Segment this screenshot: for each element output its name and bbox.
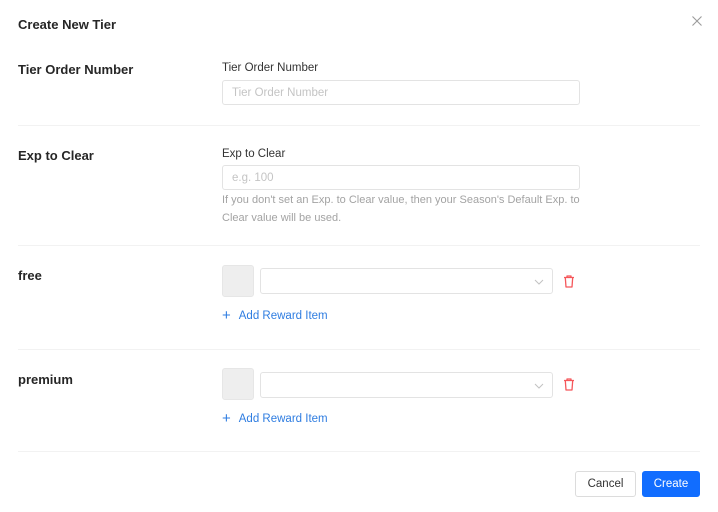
chevron-down-icon (534, 383, 544, 389)
trash-icon (564, 378, 574, 391)
free-reward-select[interactable] (260, 268, 553, 294)
trash-icon (564, 275, 574, 288)
tier-order-section-label: Tier Order Number (18, 62, 134, 77)
section-divider (18, 245, 700, 246)
section-divider (18, 125, 700, 126)
premium-section-label: premium (18, 372, 73, 387)
exp-to-clear-section-label: Exp to Clear (18, 148, 94, 163)
premium-delete-reward-button[interactable] (563, 378, 575, 391)
section-divider (18, 451, 700, 452)
tier-order-input[interactable] (222, 80, 580, 105)
free-reward-thumbnail[interactable] (222, 265, 254, 297)
free-delete-reward-button[interactable] (563, 275, 575, 288)
cancel-button[interactable]: Cancel (575, 471, 636, 497)
plus-icon: + (222, 410, 231, 427)
exp-to-clear-field-label: Exp to Clear (222, 148, 286, 160)
tier-order-field-label: Tier Order Number (222, 62, 319, 74)
exp-to-clear-input[interactable] (222, 165, 580, 190)
create-button[interactable]: Create (642, 471, 700, 497)
add-reward-item-label: Add Reward Item (238, 412, 328, 425)
plus-icon: + (222, 307, 231, 324)
free-section-label: free (18, 268, 42, 283)
close-icon (692, 16, 702, 26)
dialog-title: Create New Tier (18, 17, 117, 32)
premium-reward-select[interactable] (260, 372, 553, 398)
free-add-reward-item-link[interactable]: + Add Reward Item (222, 308, 328, 323)
premium-reward-thumbnail[interactable] (222, 368, 254, 400)
add-reward-item-label: Add Reward Item (238, 309, 328, 322)
section-divider (18, 349, 700, 350)
exp-to-clear-help-text: If you don't set an Exp. to Clear value,… (222, 194, 580, 224)
chevron-down-icon (534, 279, 544, 285)
close-button[interactable] (690, 14, 704, 28)
premium-add-reward-item-link[interactable]: + Add Reward Item (222, 411, 328, 426)
create-tier-dialog: Create New Tier Tier Order Number Tier O… (0, 0, 718, 512)
